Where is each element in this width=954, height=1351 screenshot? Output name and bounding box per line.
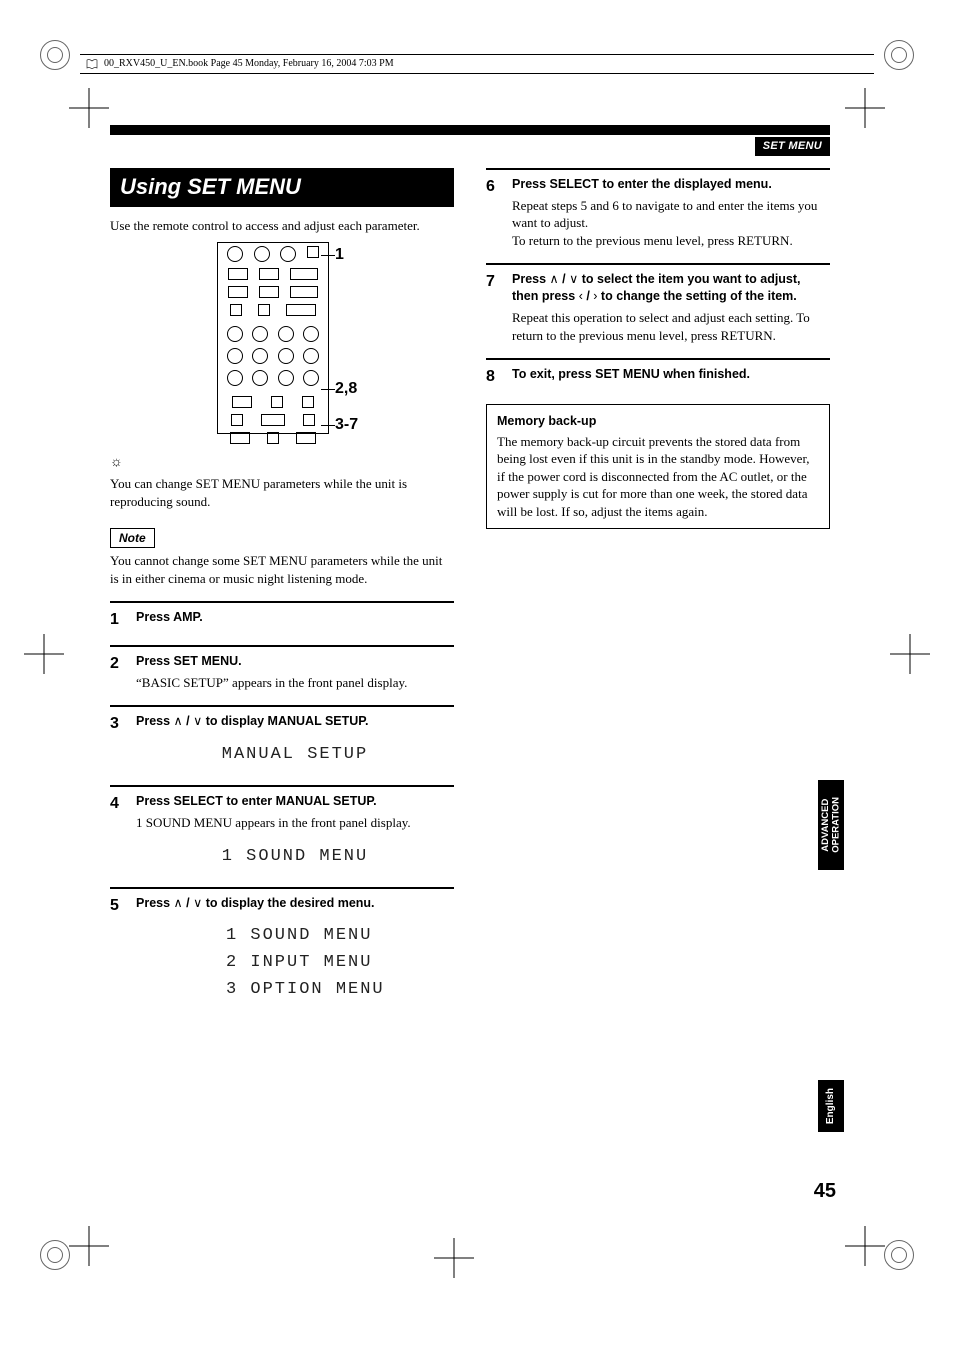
- up-icon: ∧: [174, 714, 183, 728]
- step-7: 7 Press ∧ / ∨ to select the item you wan…: [486, 263, 830, 344]
- tip-bulb-icon: ☼: [110, 454, 454, 473]
- step-head: Press SELECT to enter MANUAL SETUP.: [136, 793, 454, 810]
- step-number: 1: [110, 609, 136, 631]
- step-number: 6: [486, 176, 512, 250]
- page-number: 45: [814, 1178, 836, 1205]
- left-icon: ‹: [579, 289, 583, 303]
- callout-28: 2,8: [335, 378, 357, 400]
- remote-control-figure: 1 2,8 3-7: [187, 242, 377, 442]
- step-8: 8 To exit, press SET MENU when finished.: [486, 358, 830, 388]
- step-body-text: 1 SOUND MENU appears in the front panel …: [136, 814, 454, 832]
- book-icon: [86, 59, 98, 69]
- up-icon: ∧: [174, 896, 183, 910]
- step-2: 2 Press SET MENU. “BASIC SETUP” appears …: [110, 645, 454, 691]
- down-icon: ∨: [569, 272, 578, 286]
- memo-title: Memory back-up: [497, 413, 819, 430]
- step-body-text: Repeat this operation to select and adju…: [512, 309, 830, 344]
- callout-1: 1: [335, 244, 344, 266]
- step-head: To exit, press SET MENU when finished.: [512, 366, 830, 383]
- step-number: 3: [110, 713, 136, 771]
- down-icon: ∨: [193, 896, 202, 910]
- lcd-display: 3 OPTION MENU: [136, 979, 454, 1002]
- step-3: 3 Press ∧ / ∨ to display MANUAL SETUP. M…: [110, 705, 454, 771]
- note-text: You cannot change some SET MENU paramete…: [110, 552, 454, 587]
- header-filename: 00_RXV450_U_EN.book Page 45 Monday, Febr…: [104, 57, 394, 71]
- step-number: 4: [110, 793, 136, 872]
- step-4: 4 Press SELECT to enter MANUAL SETUP. 1 …: [110, 785, 454, 872]
- up-icon: ∧: [550, 272, 559, 286]
- memory-backup-box: Memory back-up The memory back-up circui…: [486, 404, 830, 530]
- step-number: 2: [110, 653, 136, 691]
- memo-text: The memory back-up circuit prevents the …: [497, 433, 819, 521]
- step-body-text: Repeat steps 5 and 6 to navigate to and …: [512, 197, 830, 232]
- step-head: Press ∧ / ∨ to select the item you want …: [512, 271, 830, 305]
- print-header: 00_RXV450_U_EN.book Page 45 Monday, Febr…: [80, 54, 874, 74]
- section-tag: SET MENU: [755, 137, 830, 156]
- lcd-display: 1 SOUND MENU: [136, 846, 454, 869]
- step-6: 6 Press SELECT to enter the displayed me…: [486, 168, 830, 250]
- step-number: 8: [486, 366, 512, 388]
- step-head: Press AMP.: [136, 609, 454, 626]
- step-5: 5 Press ∧ / ∨ to display the desired men…: [110, 887, 454, 1007]
- step-1: 1 Press AMP.: [110, 601, 454, 631]
- step-number: 5: [110, 895, 136, 1007]
- step-head: Press SET MENU.: [136, 653, 454, 670]
- step-body-text: To return to the previous menu level, pr…: [512, 232, 830, 250]
- lcd-display: 2 INPUT MENU: [136, 952, 454, 975]
- side-tab-english: English: [818, 1080, 844, 1132]
- lcd-display: MANUAL SETUP: [136, 744, 454, 767]
- step-number: 7: [486, 271, 512, 344]
- page-title: Using SET MENU: [110, 168, 454, 207]
- step-head: Press ∧ / ∨ to display MANUAL SETUP.: [136, 713, 454, 730]
- step-body-text: “BASIC SETUP” appears in the front panel…: [136, 674, 454, 692]
- lcd-display: 1 SOUND MENU: [136, 925, 454, 948]
- intro-text: Use the remote control to access and adj…: [110, 217, 454, 235]
- tip-text: You can change SET MENU parameters while…: [110, 475, 454, 510]
- note-label: Note: [110, 528, 155, 548]
- step-head: Press SELECT to enter the displayed menu…: [512, 176, 830, 193]
- down-icon: ∨: [193, 714, 202, 728]
- callout-37: 3-7: [335, 414, 358, 436]
- step-head: Press ∧ / ∨ to display the desired menu.: [136, 895, 454, 912]
- section-divider-bar: [110, 125, 830, 135]
- side-tab-advanced-operation: ADVANCEDOPERATION: [818, 780, 844, 870]
